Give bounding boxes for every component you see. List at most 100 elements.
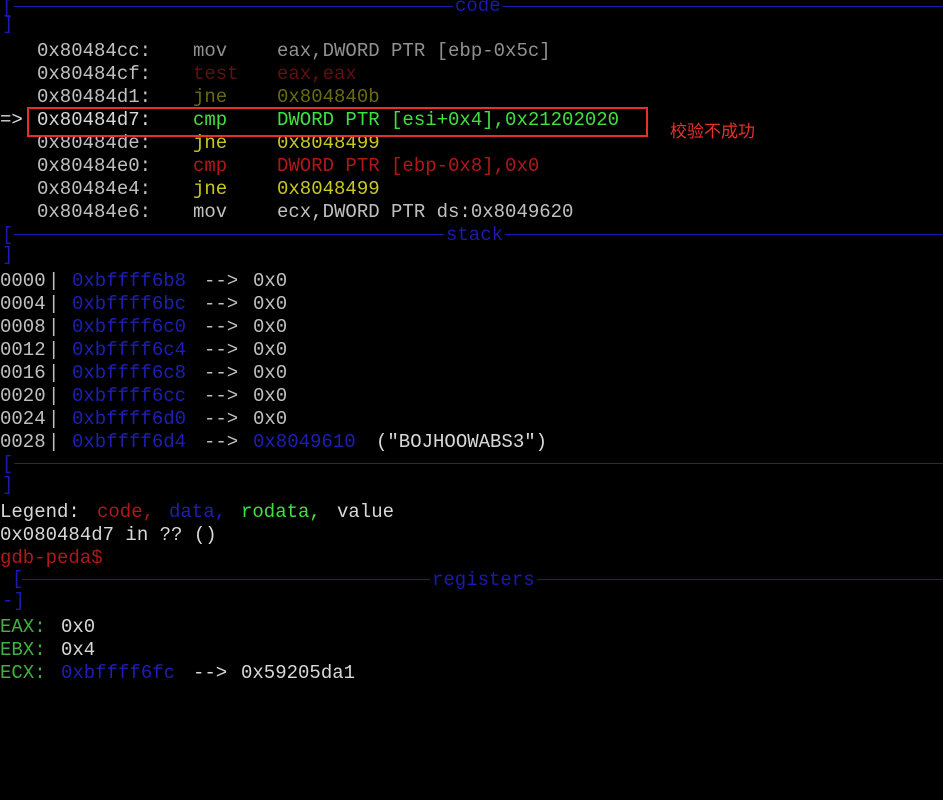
stack-arrow: --> — [204, 339, 239, 361]
code-operands: DWORD PTR [ebp-0x8],0x0 — [277, 155, 540, 177]
code-line: 0x80484e0: cmp DWORD PTR [ebp-0x8],0x0 — [0, 155, 943, 178]
register-pointer: 0xbffff6fc — [61, 662, 176, 684]
stack-value: 0x0 — [253, 408, 288, 430]
stack-divider: | — [48, 408, 60, 430]
stack-value: 0x0 — [253, 293, 288, 315]
stack-arrow: --> — [204, 385, 239, 407]
stack-address: 0xbffff6c8 — [72, 362, 187, 384]
stack-address: 0xbffff6d4 — [72, 431, 187, 453]
end-separator-bracket-top: [ — [2, 453, 14, 475]
stack-offset: 0004 — [0, 293, 46, 315]
code-line: 0x80484e6: mov ecx,DWORD PTR ds:0x804962… — [0, 201, 943, 224]
highlight-box — [27, 107, 648, 137]
stack-value: 0x0 — [253, 362, 288, 384]
stack-address: 0xbffff6cc — [72, 385, 187, 407]
register-name: EBX: — [0, 639, 46, 661]
stack-address: 0xbffff6b8 — [72, 270, 187, 292]
stack-row: 0016 | 0xbffff6c8 --> 0x0 — [0, 362, 943, 385]
stack-divider: | — [48, 293, 60, 315]
code-address: 0x80484e0: — [37, 155, 152, 177]
legend-prefix: Legend: — [0, 501, 80, 523]
stack-row: 0028 | 0xbffff6d4 --> 0x8049610 ("BOJHOO… — [0, 431, 943, 454]
code-address: 0x80484e6: — [37, 201, 152, 223]
stack-offset: 0008 — [0, 316, 46, 338]
legend-data: data, — [169, 501, 227, 523]
stack-string: ("BOJHOOWABS3") — [376, 431, 548, 453]
stack-address: 0xbffff6bc — [72, 293, 187, 315]
code-line: 0x80484d1: jne 0x804840b — [0, 86, 943, 109]
legend-rodata: rodata, — [241, 501, 321, 523]
legend-value: value — [337, 501, 395, 523]
current-instruction-marker: => — [0, 109, 23, 131]
gdb-prompt[interactable]: gdb-peda$ — [0, 547, 103, 570]
stack-row: 0004 | 0xbffff6bc --> 0x0 — [0, 293, 943, 316]
stack-offset: 0020 — [0, 385, 46, 407]
stack-arrow: --> — [204, 431, 239, 453]
stack-arrow: --> — [204, 362, 239, 384]
stack-divider: | — [48, 316, 60, 338]
stack-divider: | — [48, 431, 60, 453]
end-separator-bracket-bottom: ] — [2, 474, 14, 496]
code-section-title: code — [453, 0, 503, 16]
stack-offset: 0016 — [0, 362, 46, 384]
legend-code: code, — [97, 501, 155, 523]
code-line: 0x80484e4: jne 0x8048499 — [0, 178, 943, 201]
register-target: 0x59205da1 — [241, 662, 356, 684]
code-opcode: test — [193, 63, 239, 85]
code-operands: 0x8048499 — [277, 178, 380, 200]
stack-address: 0xbffff6c0 — [72, 316, 187, 338]
code-operands: 0x804840b — [277, 86, 380, 108]
stack-row: 0008 | 0xbffff6c0 --> 0x0 — [0, 316, 943, 339]
stack-divider: | — [48, 362, 60, 384]
code-operands: eax,DWORD PTR [ebp-0x5c] — [277, 40, 551, 62]
code-opcode: mov — [193, 40, 228, 62]
stack-arrow: --> — [204, 293, 239, 315]
stack-divider: | — [48, 270, 60, 292]
register-value: 0x0 — [61, 616, 96, 638]
code-address: 0x80484e4: — [37, 178, 152, 200]
legend-line: Legend: code, data, rodata, value — [0, 501, 943, 524]
code-line: 0x80484cf: test eax,eax — [0, 63, 943, 86]
stack-separator-bracket-bottom: ] — [2, 244, 14, 266]
stack-arrow: --> — [204, 270, 239, 292]
stack-row: 0024 | 0xbffff6d0 --> 0x0 — [0, 408, 943, 431]
stack-arrow: --> — [204, 408, 239, 430]
current-location: 0x080484d7 in ?? () — [0, 524, 217, 546]
stack-row: 0020 | 0xbffff6cc --> 0x0 — [0, 385, 943, 408]
stack-row: 0000 | 0xbffff6b8 --> 0x0 — [0, 270, 943, 293]
stack-separator-bracket-top: [ — [2, 224, 14, 246]
stack-address: 0xbffff6d0 — [72, 408, 187, 430]
code-opcode: jne — [193, 178, 228, 200]
code-operands: eax,eax — [277, 63, 357, 85]
gdb-terminal[interactable]: [ code ] 0x80484cc: mov eax,DWORD PTR [e… — [0, 0, 943, 687]
register-name: ECX: — [0, 662, 46, 684]
code-opcode: mov — [193, 201, 228, 223]
stack-section-title: stack — [444, 224, 506, 246]
stack-value: 0x0 — [253, 385, 288, 407]
stack-value: 0x0 — [253, 339, 288, 361]
code-separator-bracket-bottom: ] — [2, 13, 14, 35]
stack-offset: 0000 — [0, 270, 46, 292]
code-address: 0x80484cf: — [37, 63, 152, 85]
stack-value: 0x0 — [253, 270, 288, 292]
code-address: 0x80484d1: — [37, 86, 152, 108]
code-opcode: jne — [193, 86, 228, 108]
stack-divider: | — [48, 339, 60, 361]
stack-row: 0012 | 0xbffff6c4 --> 0x0 — [0, 339, 943, 362]
end-separator-line — [14, 463, 943, 464]
stack-offset: 0012 — [0, 339, 46, 361]
stack-arrow: --> — [204, 316, 239, 338]
register-row: EAX: 0x0 — [0, 616, 943, 639]
code-address: 0x80484cc: — [37, 40, 152, 62]
register-row: ECX: 0xbffff6fc --> 0x59205da1 — [0, 662, 943, 685]
stack-value: 0x0 — [253, 316, 288, 338]
stack-address: 0xbffff6c4 — [72, 339, 187, 361]
code-operands: ecx,DWORD PTR ds:0x8049620 — [277, 201, 574, 223]
register-arrow: --> — [193, 662, 228, 684]
stack-offset: 0024 — [0, 408, 46, 430]
stack-offset: 0028 — [0, 431, 46, 453]
annotation-text: 校验不成功 — [670, 122, 755, 142]
stack-value: 0x8049610 — [253, 431, 356, 453]
register-row: EBX: 0x4 — [0, 639, 943, 662]
registers-separator-bracket-bottom: -] — [2, 590, 25, 612]
